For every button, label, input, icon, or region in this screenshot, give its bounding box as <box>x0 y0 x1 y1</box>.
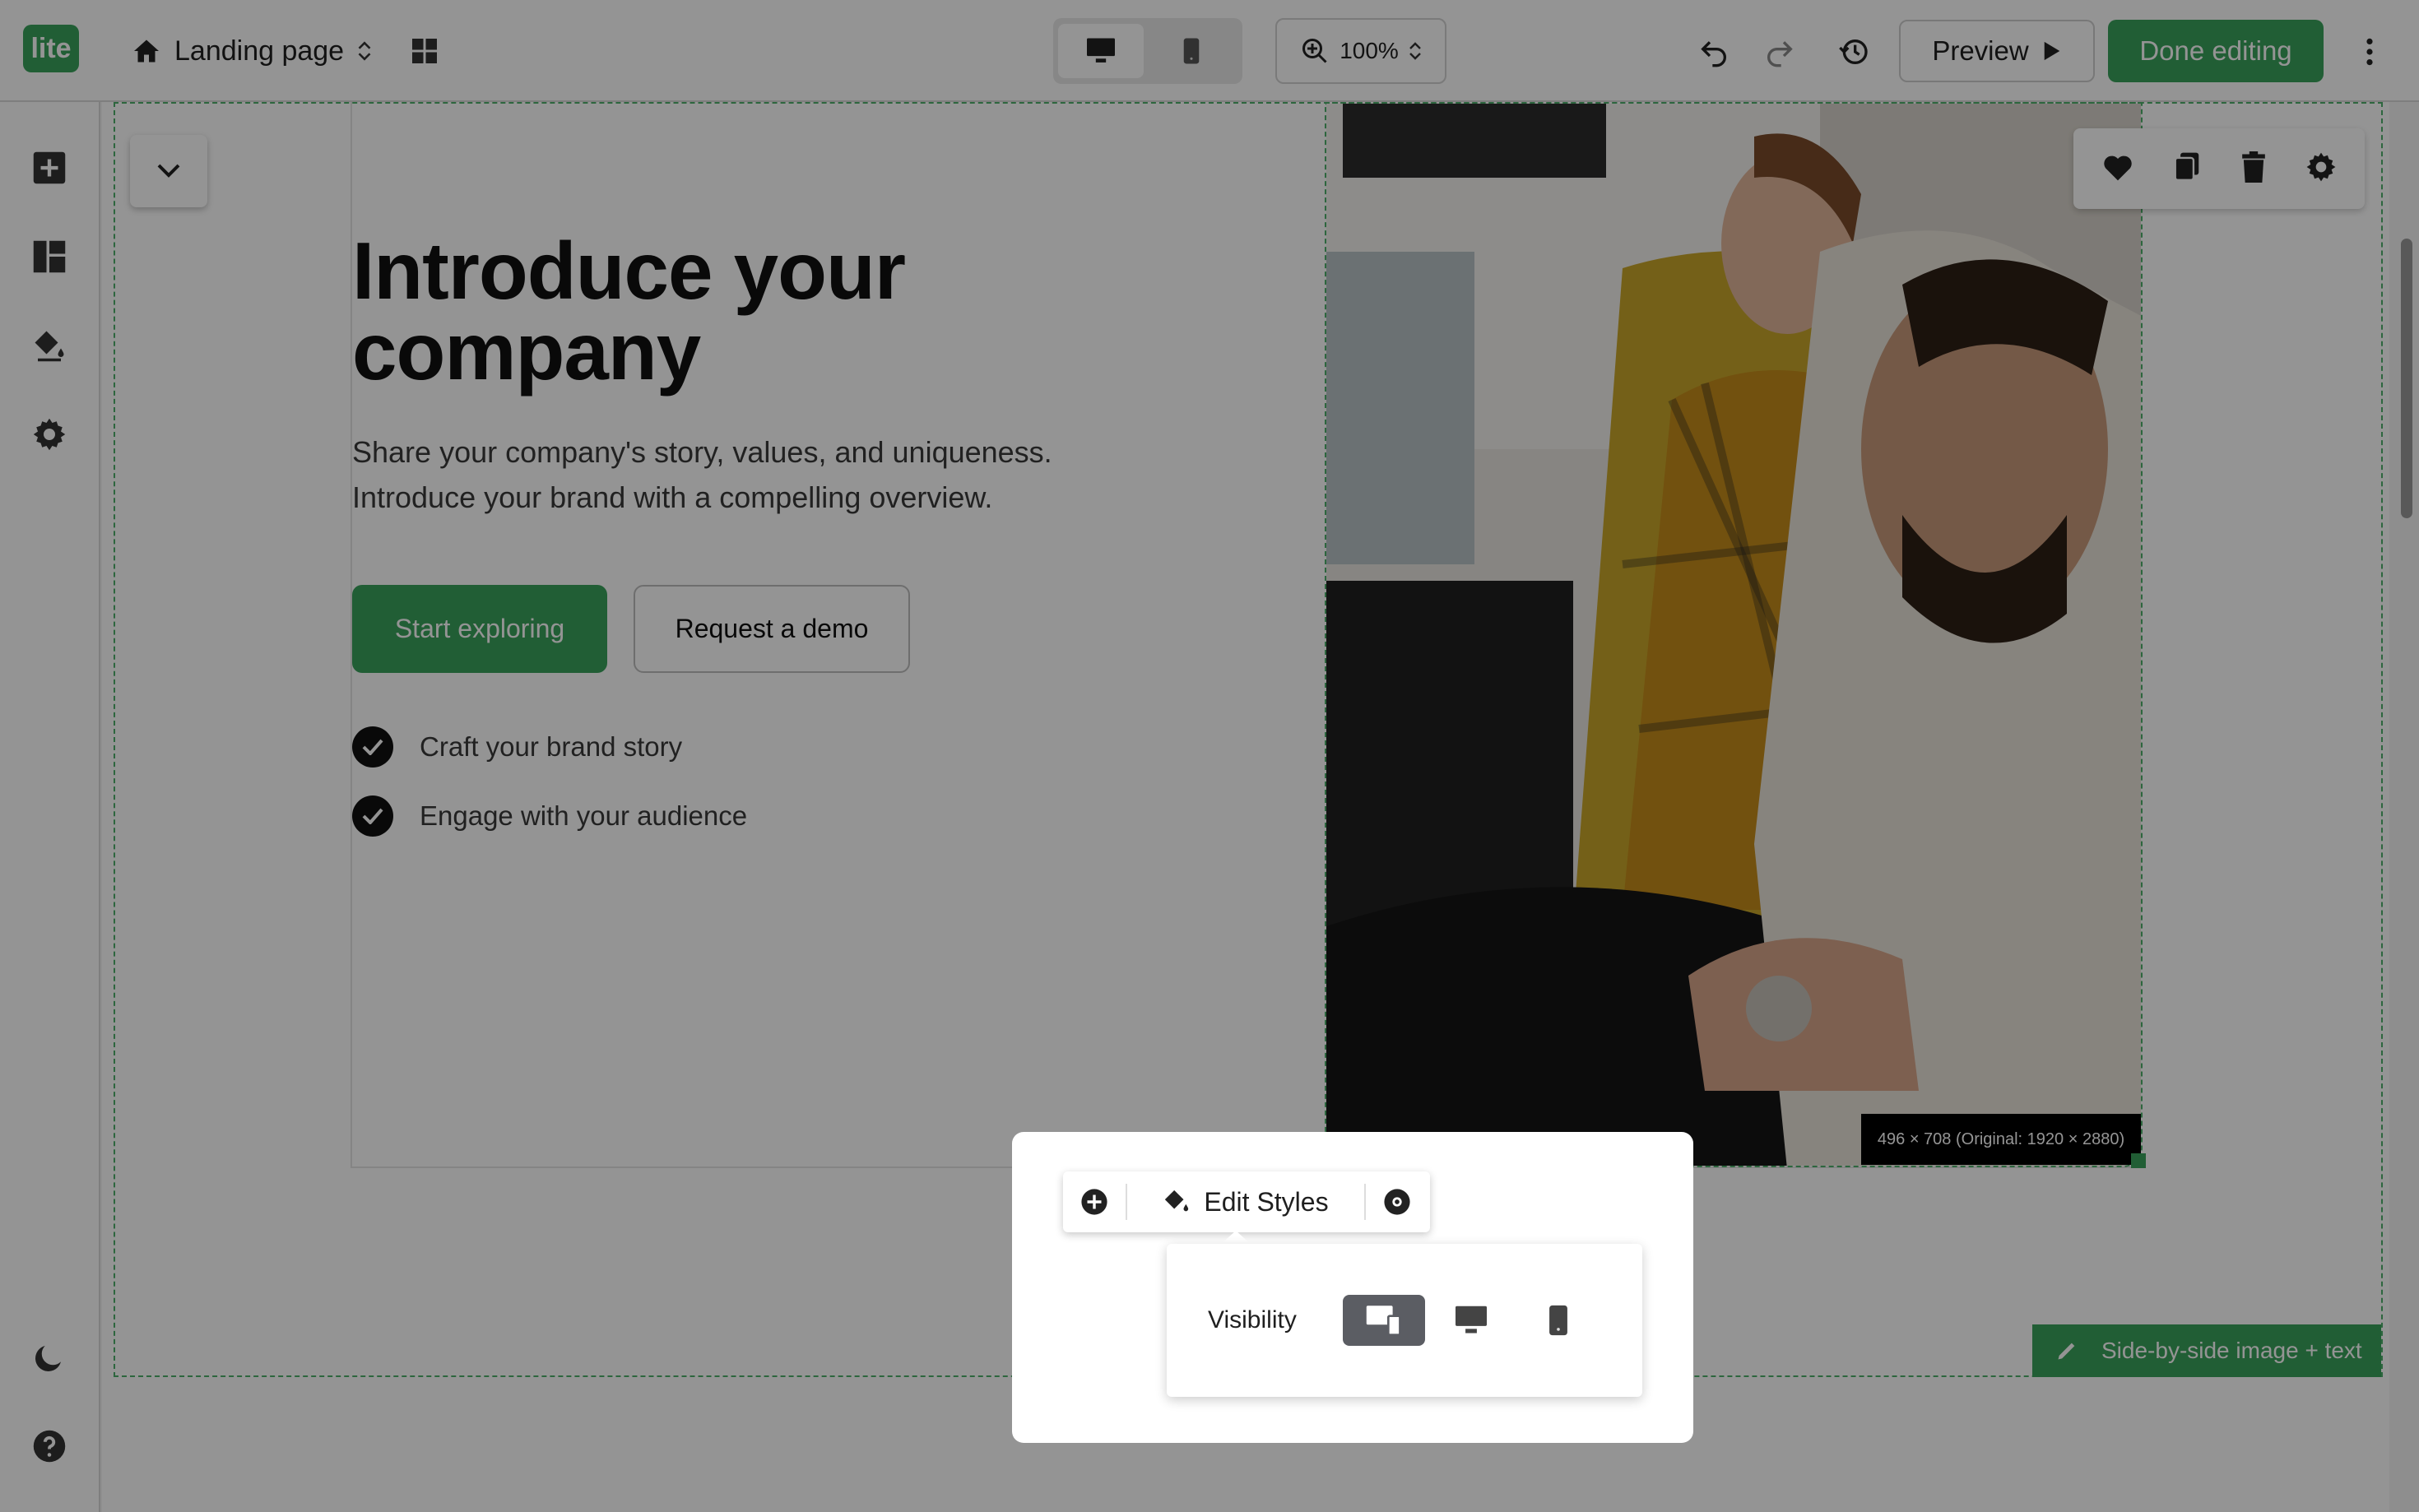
visibility-mobile-only[interactable] <box>1517 1295 1600 1346</box>
mobile-icon <box>1548 1305 1567 1336</box>
visibility-label: Visibility <box>1208 1306 1297 1333</box>
add-circle-icon <box>1081 1189 1107 1215</box>
visibility-desktop-only[interactable] <box>1430 1295 1512 1346</box>
visibility-panel: Visibility <box>1167 1244 1642 1397</box>
element-toolbar: Edit Styles <box>1063 1171 1430 1232</box>
eye-icon <box>1384 1189 1410 1215</box>
desktop-icon <box>1455 1306 1487 1333</box>
edit-styles-button[interactable]: Edit Styles <box>1127 1171 1364 1232</box>
add-element-button[interactable] <box>1063 1171 1126 1232</box>
all-devices-icon <box>1366 1306 1401 1337</box>
edit-styles-label: Edit Styles <box>1204 1186 1329 1217</box>
paint-bucket-icon <box>1165 1190 1189 1212</box>
visibility-toggle-button[interactable] <box>1366 1171 1428 1232</box>
visibility-all-devices[interactable] <box>1342 1295 1425 1346</box>
